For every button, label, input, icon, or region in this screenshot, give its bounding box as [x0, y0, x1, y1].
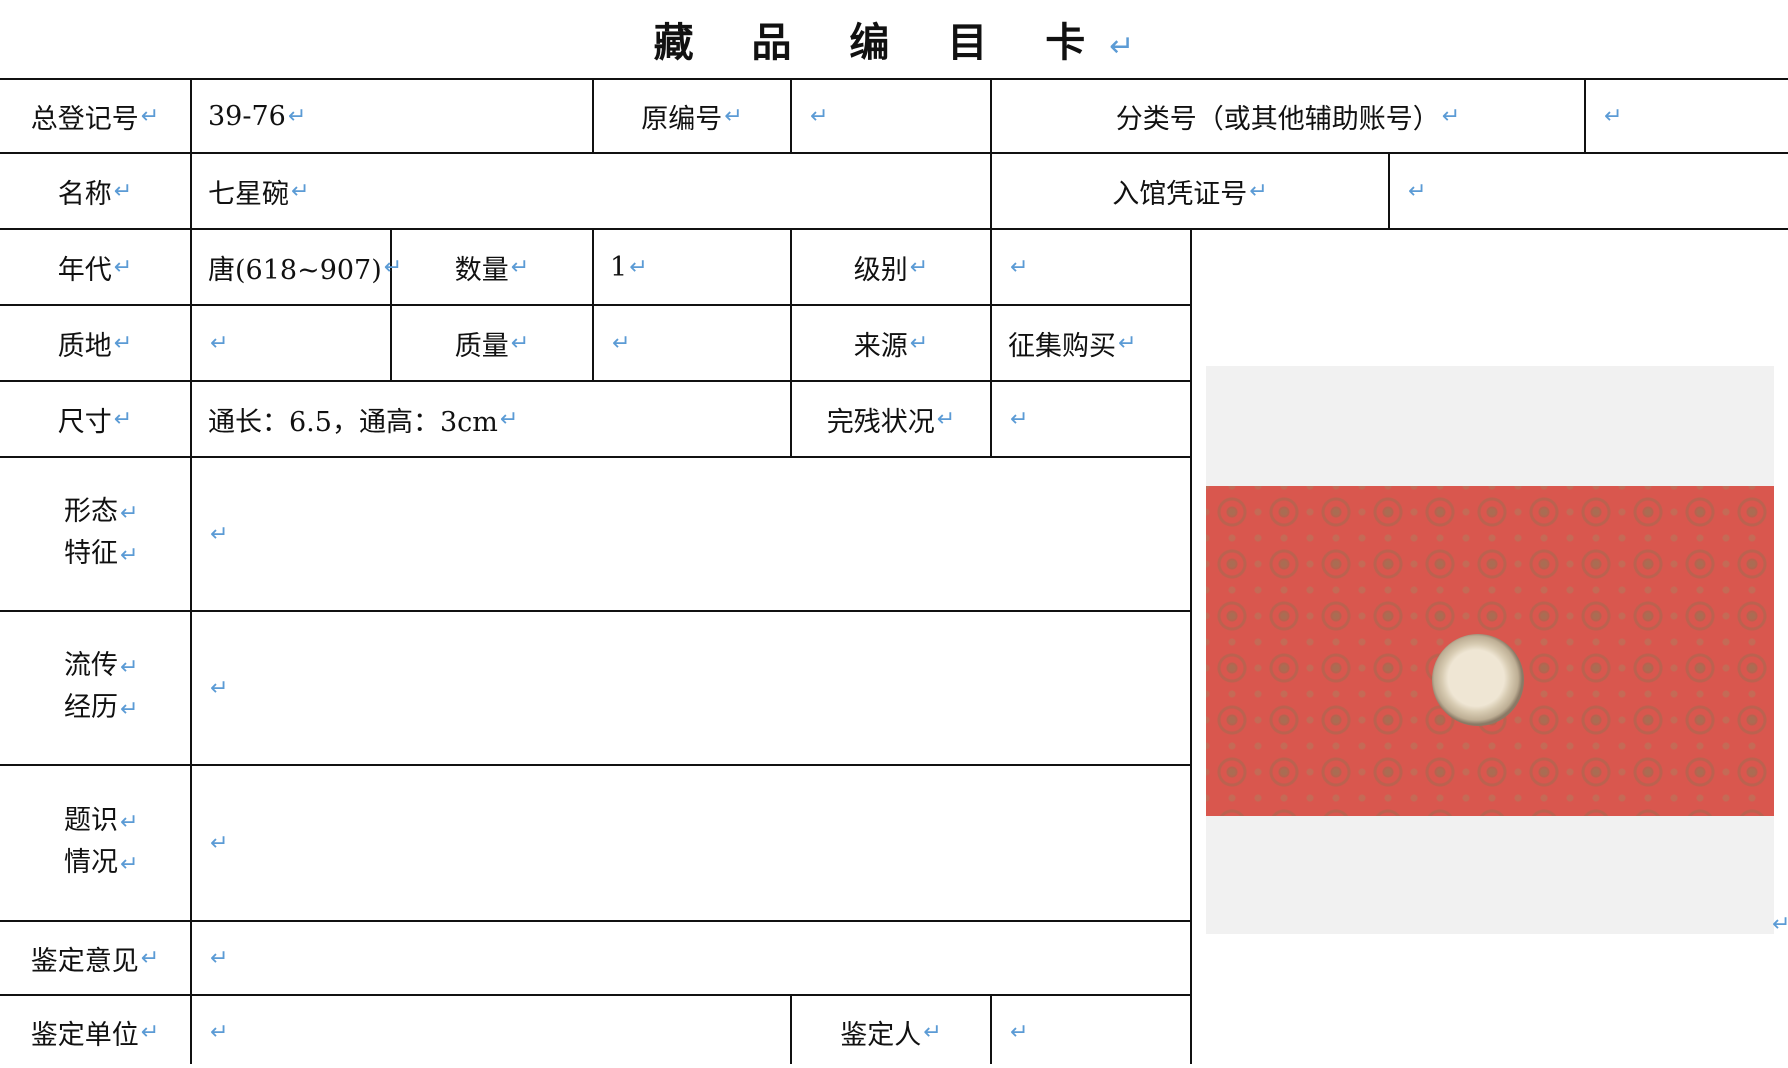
- label-entry-no: 入馆凭证号 ↵: [1112, 178, 1268, 210]
- value-inscription[interactable]: ↵: [192, 766, 1190, 920]
- value-name[interactable]: 七星碗 ↵: [192, 154, 990, 228]
- value-quantity[interactable]: 1 ↵: [594, 230, 790, 304]
- label-source: 来源 ↵: [853, 330, 929, 362]
- label-appraisal-unit: 鉴定单位 ↵: [30, 1019, 160, 1051]
- label-appraisal: 鉴定意见 ↵: [30, 945, 160, 977]
- value-orig-no[interactable]: ↵: [792, 80, 990, 152]
- label-appraiser: 鉴定人 ↵: [840, 1019, 942, 1051]
- bowl-image: [1432, 634, 1524, 726]
- label-name: 名称 ↵: [57, 178, 133, 210]
- card-title: 藏 品 编 目 卡↵: [653, 19, 1135, 66]
- label-size: 尺寸 ↵: [57, 406, 133, 438]
- paragraph-mark: ↵: [1772, 912, 1788, 937]
- grid-line: [1190, 228, 1192, 1064]
- label-class-no: 分类号（或其他辅助账号） ↵: [1115, 103, 1461, 135]
- label-form: 形态↵ 特征↵: [64, 496, 139, 569]
- value-appraisal[interactable]: ↵: [192, 922, 1190, 994]
- value-history[interactable]: ↵: [192, 612, 1190, 764]
- label-inscription: 题识↵ 情况↵: [64, 805, 139, 878]
- label-weight: 质量 ↵: [454, 330, 530, 362]
- label-history: 流传↵ 经历↵: [64, 650, 139, 723]
- value-material[interactable]: ↵: [192, 306, 390, 380]
- label-material: 质地 ↵: [57, 330, 133, 362]
- artifact-photo-frame: [1206, 366, 1774, 934]
- value-grade[interactable]: ↵: [992, 230, 1190, 304]
- value-class-no[interactable]: ↵: [1586, 80, 1788, 152]
- artifact-photo: [1206, 486, 1774, 816]
- label-orig-no: 原编号 ↵: [641, 103, 743, 135]
- value-form[interactable]: ↵: [192, 458, 1190, 610]
- label-reg-no: 总登记号 ↵: [30, 103, 160, 135]
- label-condition: 完残状况 ↵: [826, 406, 956, 438]
- value-reg-no[interactable]: 39-76 ↵: [192, 80, 592, 152]
- label-grade: 级别 ↵: [853, 254, 929, 286]
- label-quantity: 数量 ↵: [454, 254, 530, 286]
- value-era[interactable]: 唐(618~907) ↵: [192, 230, 402, 304]
- value-appraiser[interactable]: ↵: [992, 996, 1190, 1068]
- value-appraisal-unit[interactable]: ↵: [192, 996, 790, 1068]
- value-size[interactable]: 通长：6.5，通高：3cm ↵: [192, 382, 790, 456]
- value-condition[interactable]: ↵: [992, 382, 1190, 456]
- value-source[interactable]: 征集购买 ↵: [992, 306, 1190, 380]
- label-era: 年代 ↵: [57, 254, 133, 286]
- value-weight[interactable]: ↵: [594, 306, 790, 380]
- value-entry-no[interactable]: ↵: [1390, 154, 1788, 228]
